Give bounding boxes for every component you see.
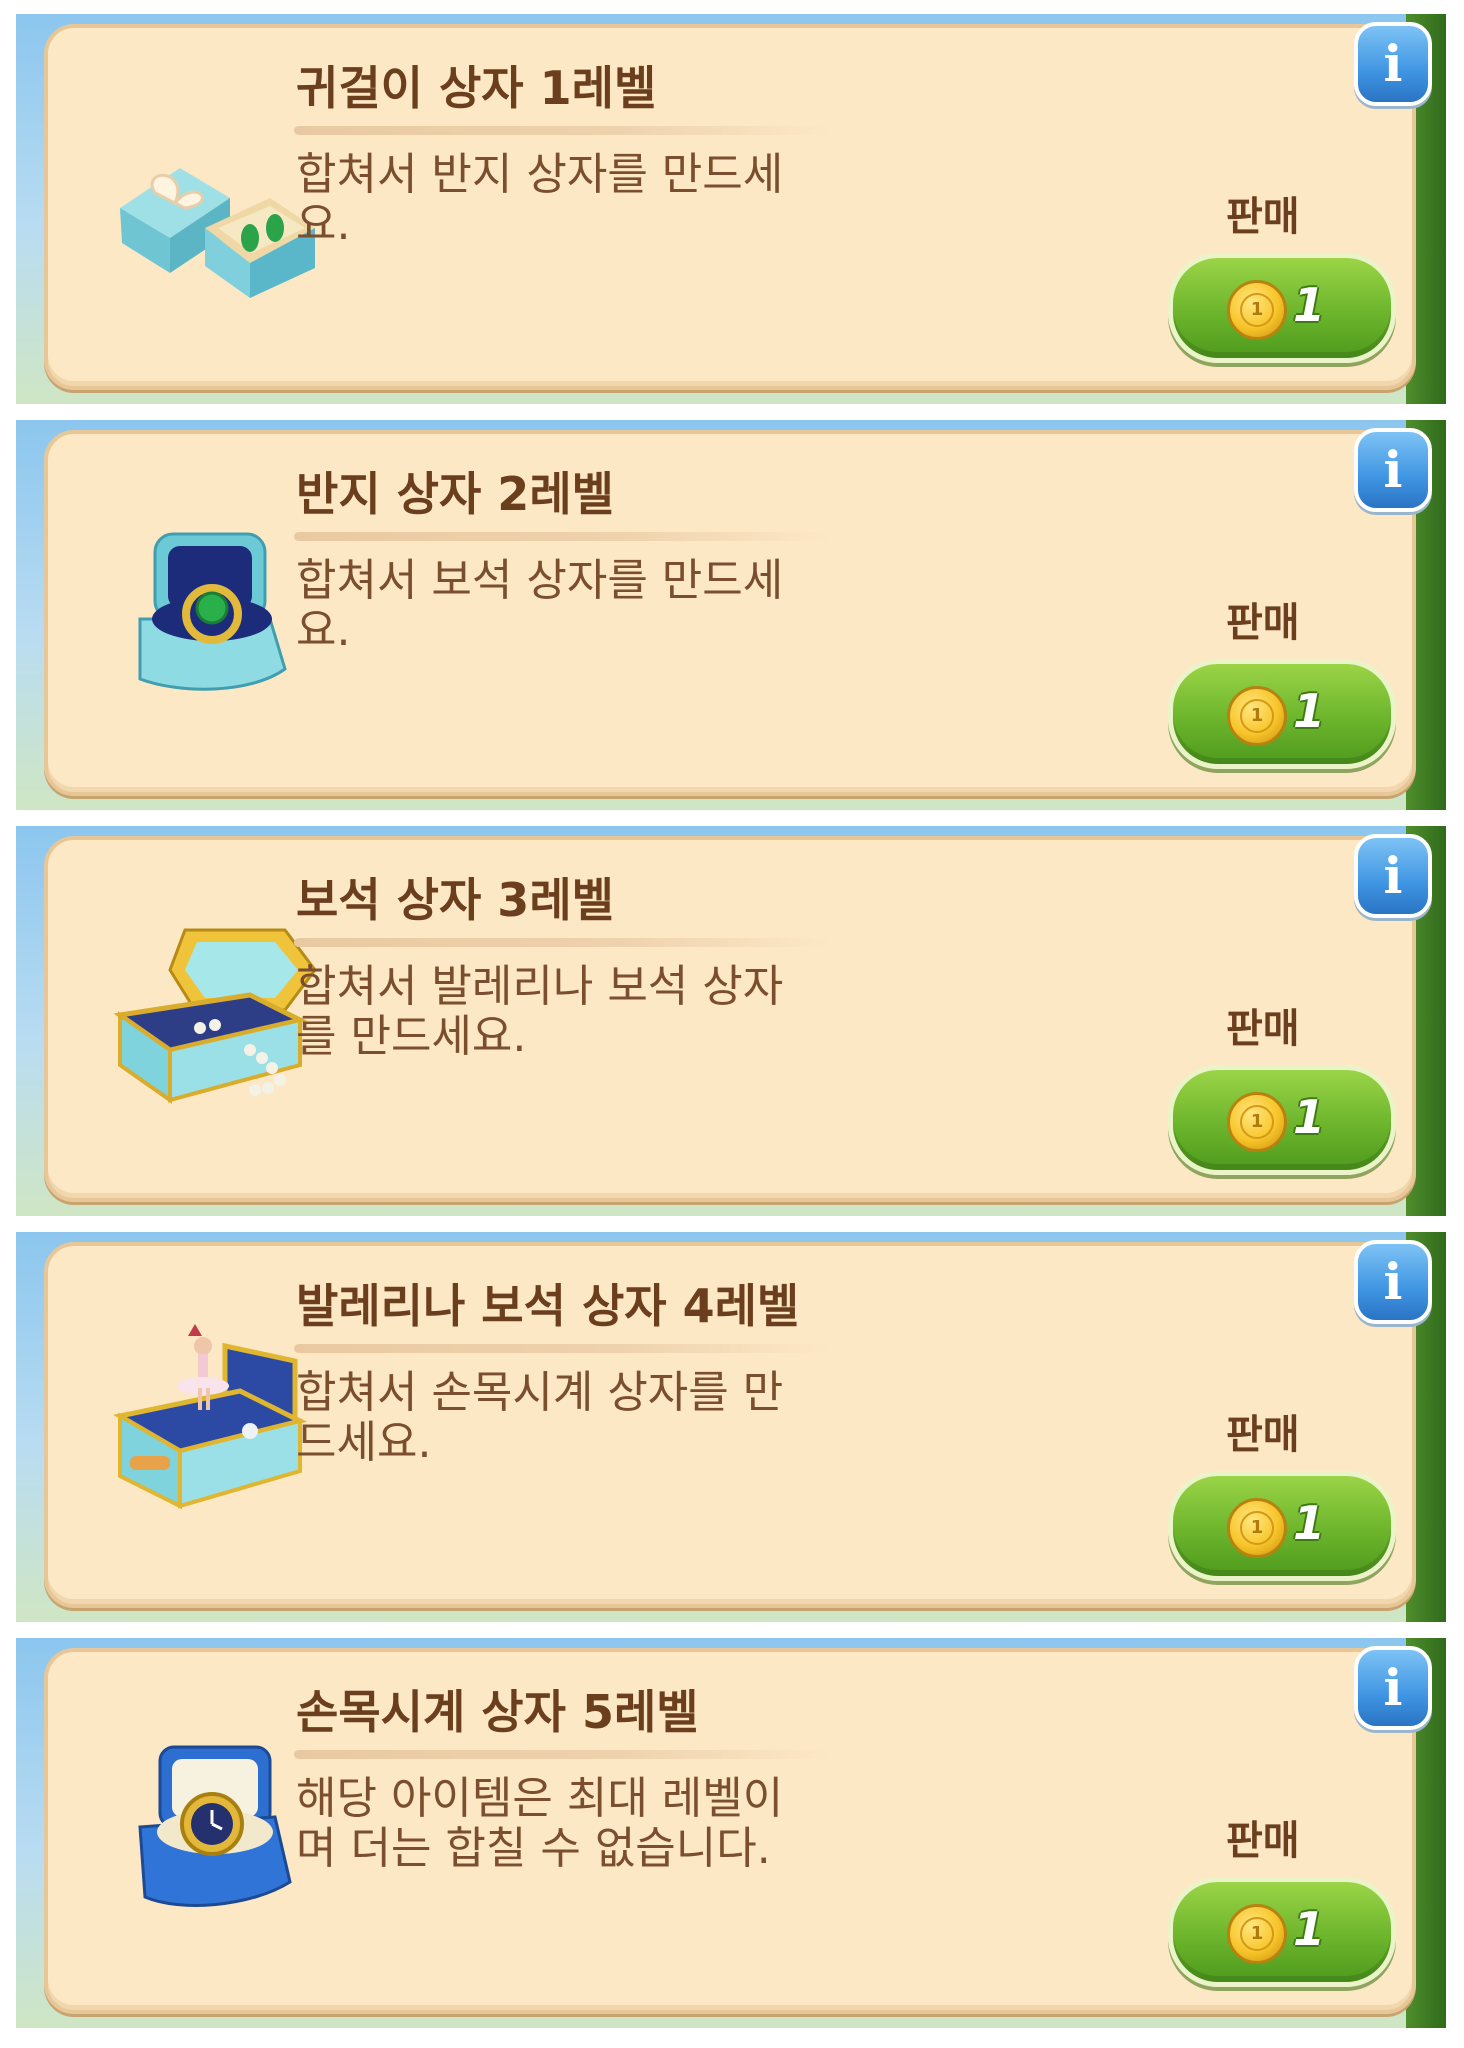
sell-button[interactable]: 1 1 xyxy=(1168,253,1396,363)
sell-price: 1 xyxy=(1293,1496,1326,1550)
coin-icon: 1 xyxy=(1227,1498,1287,1558)
item-card: 발레리나 보석 상자 4레벨 합쳐서 손목시계 상자를 만드세요. 판매 1 1 xyxy=(44,1242,1416,1608)
item-title: 귀걸이 상자 1레벨 xyxy=(296,61,657,115)
item-description: 합쳐서 반지 상자를 만드세요. xyxy=(296,149,784,250)
sell-price: 1 xyxy=(1293,1902,1326,1956)
item-description: 합쳐서 손목시계 상자를 만드세요. xyxy=(296,1367,784,1468)
sell-label: 판매 xyxy=(1226,1412,1300,1458)
sell-button[interactable]: 1 1 xyxy=(1168,659,1396,769)
title-divider xyxy=(294,1750,834,1759)
item-title: 발레리나 보석 상자 4레벨 xyxy=(296,1279,800,1333)
item-card: 보석 상자 3레벨 합쳐서 발레리나 보석 상자를 만드세요. 판매 1 1 xyxy=(44,836,1416,1202)
sell-label: 판매 xyxy=(1226,1818,1300,1864)
item-card: 귀걸이 상자 1레벨 합쳐서 반지 상자를 만드세요. 판매 1 1 xyxy=(44,24,1416,390)
item-description: 해당 아이템은 최대 레벨이며 더는 합칠 수 없습니다. xyxy=(296,1773,784,1874)
sell-price: 1 xyxy=(1293,684,1326,738)
title-divider xyxy=(294,1344,834,1353)
item-title: 반지 상자 2레벨 xyxy=(296,467,614,521)
sell-label: 판매 xyxy=(1226,194,1300,240)
info-button[interactable]: i xyxy=(1354,22,1432,106)
sell-price: 1 xyxy=(1293,278,1326,332)
coin-mark: 1 xyxy=(1240,1105,1274,1139)
item-panel-5: 손목시계 상자 5레벨 해당 아이템은 최대 레벨이며 더는 합칠 수 없습니다… xyxy=(16,1638,1446,2028)
item-panel-4: 발레리나 보석 상자 4레벨 합쳐서 손목시계 상자를 만드세요. 판매 1 1… xyxy=(16,1232,1446,1622)
item-panel-3: 보석 상자 3레벨 합쳐서 발레리나 보석 상자를 만드세요. 판매 1 1 i xyxy=(16,826,1446,1216)
coin-icon: 1 xyxy=(1227,1904,1287,1964)
item-title: 손목시계 상자 5레벨 xyxy=(296,1685,699,1739)
sell-price: 1 xyxy=(1293,1090,1326,1144)
sell-button[interactable]: 1 1 xyxy=(1168,1471,1396,1581)
item-title: 보석 상자 3레벨 xyxy=(296,873,614,927)
coin-mark: 1 xyxy=(1240,699,1274,733)
coin-mark: 1 xyxy=(1240,293,1274,327)
title-divider xyxy=(294,126,834,135)
coin-mark: 1 xyxy=(1240,1511,1274,1545)
coin-icon: 1 xyxy=(1227,280,1287,340)
info-button[interactable]: i xyxy=(1354,1240,1432,1324)
item-panel-1: 귀걸이 상자 1레벨 합쳐서 반지 상자를 만드세요. 판매 1 1 i xyxy=(16,14,1446,404)
coin-icon: 1 xyxy=(1227,1092,1287,1152)
sell-label: 판매 xyxy=(1226,600,1300,646)
sell-button[interactable]: 1 1 xyxy=(1168,1877,1396,1987)
title-divider xyxy=(294,938,834,947)
item-panel-2: 반지 상자 2레벨 합쳐서 보석 상자를 만드세요. 판매 1 1 i xyxy=(16,420,1446,810)
sell-button[interactable]: 1 1 xyxy=(1168,1065,1396,1175)
title-divider xyxy=(294,532,834,541)
item-card: 손목시계 상자 5레벨 해당 아이템은 최대 레벨이며 더는 합칠 수 없습니다… xyxy=(44,1648,1416,2014)
info-button[interactable]: i xyxy=(1354,1646,1432,1730)
item-card: 반지 상자 2레벨 합쳐서 보석 상자를 만드세요. 판매 1 1 xyxy=(44,430,1416,796)
info-button[interactable]: i xyxy=(1354,428,1432,512)
coin-mark: 1 xyxy=(1240,1917,1274,1951)
info-button[interactable]: i xyxy=(1354,834,1432,918)
item-description: 합쳐서 발레리나 보석 상자를 만드세요. xyxy=(296,961,784,1062)
sell-label: 판매 xyxy=(1226,1006,1300,1052)
coin-icon: 1 xyxy=(1227,686,1287,746)
item-description: 합쳐서 보석 상자를 만드세요. xyxy=(296,555,784,656)
